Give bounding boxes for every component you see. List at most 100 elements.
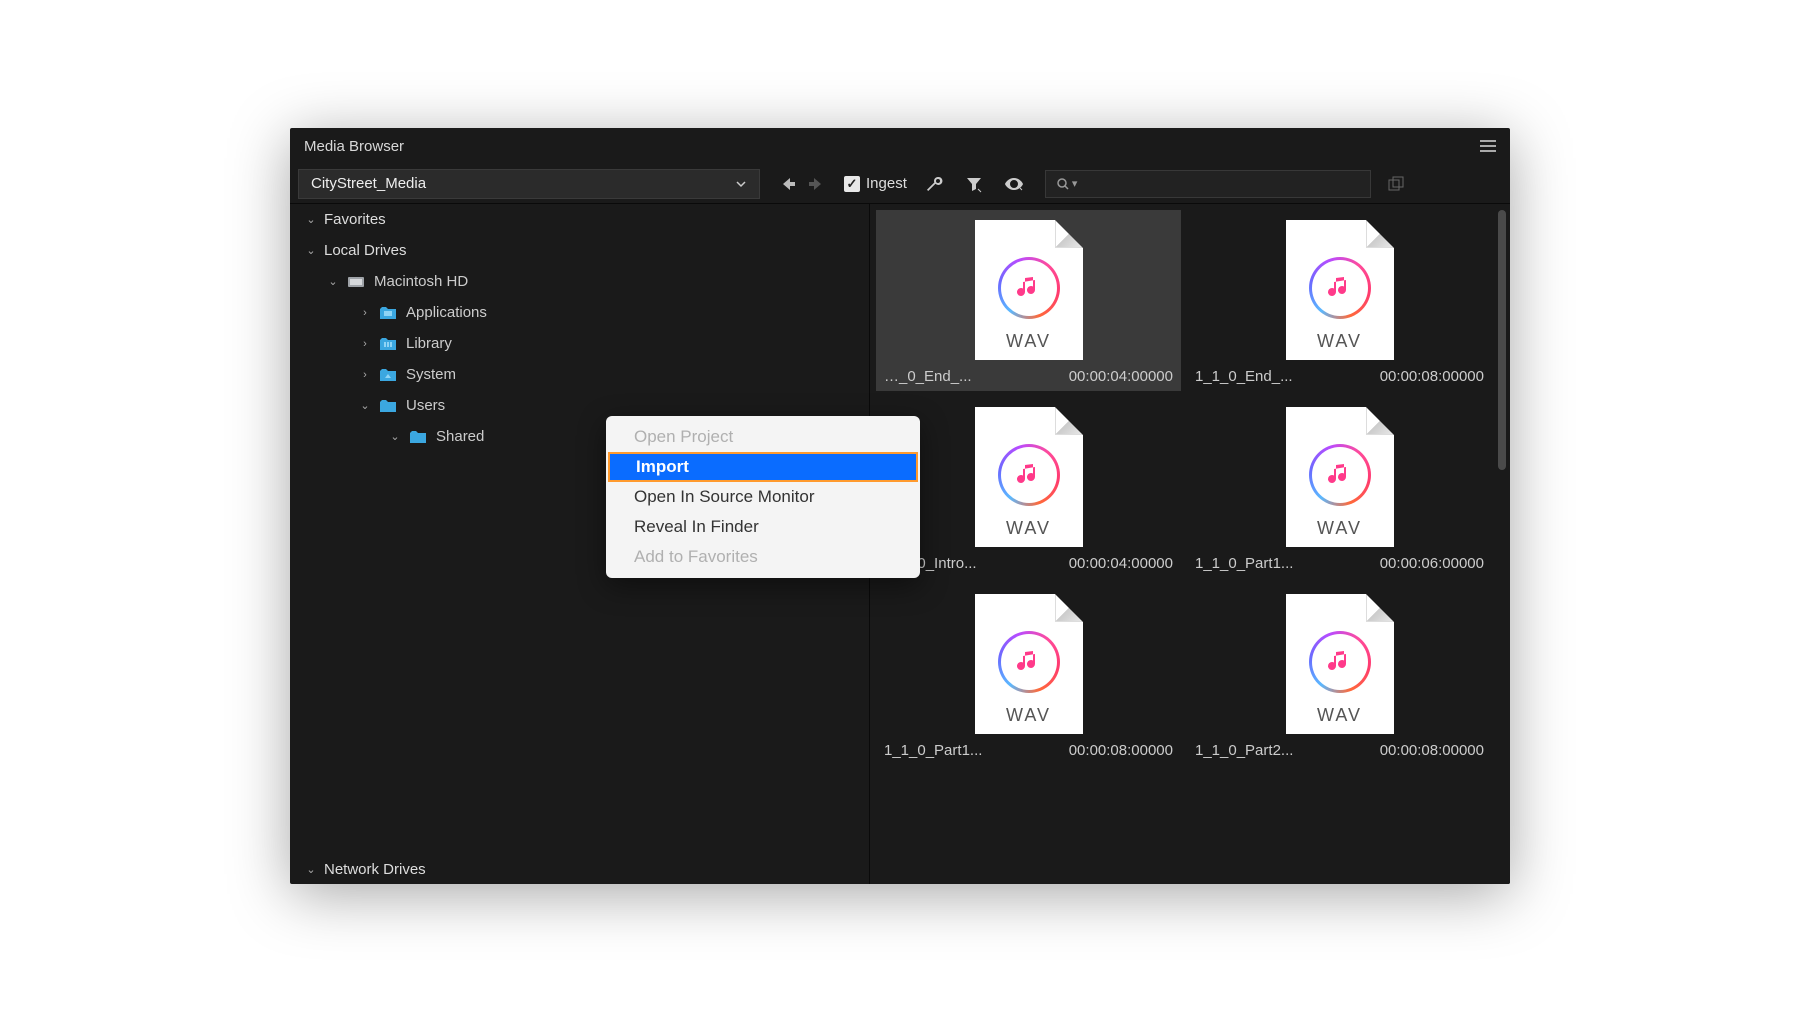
music-note-icon bbox=[998, 444, 1060, 506]
file-duration: 00:00:08:00000 bbox=[1380, 742, 1484, 759]
file-meta: 1_1_0_Intro...00:00:04:00000 bbox=[876, 555, 1181, 572]
file-item[interactable]: WAV 1_1_0_Part2... 00:00:08:00000 bbox=[1187, 584, 1492, 765]
ingest-checkbox[interactable]: ✓ bbox=[844, 176, 860, 192]
file-name: …_0_End_... bbox=[884, 368, 972, 385]
music-note-icon bbox=[1309, 444, 1371, 506]
scrollbar[interactable] bbox=[1498, 210, 1506, 878]
panel-menu-icon[interactable] bbox=[1480, 140, 1496, 152]
chevron-down-icon: ⌄ bbox=[326, 275, 340, 288]
tree-item-system[interactable]: › System bbox=[290, 359, 869, 390]
sidebar-label: Network Drives bbox=[324, 861, 426, 878]
file-meta: 1_1_0_Part1... 00:00:06:00000 bbox=[1187, 555, 1492, 572]
file-type-label: WAV bbox=[1006, 331, 1051, 352]
nav-forward-icon[interactable] bbox=[804, 173, 826, 195]
main-area: ⌄ Favorites ⌄ Local Drives ⌄ Macintosh H… bbox=[290, 204, 1510, 884]
tree-label: System bbox=[406, 366, 456, 383]
file-duration: 00:00:08:00000 bbox=[1069, 742, 1173, 759]
sidebar: ⌄ Favorites ⌄ Local Drives ⌄ Macintosh H… bbox=[290, 204, 870, 884]
folder-icon bbox=[378, 397, 398, 415]
file-item[interactable]: WAV 1_1_0_End_... 00:00:08:00000 bbox=[1187, 210, 1492, 391]
folder-icon bbox=[378, 304, 398, 322]
folder-icon bbox=[408, 428, 428, 446]
wrench-icon[interactable] bbox=[921, 171, 947, 197]
file-thumbnail: WAV bbox=[1286, 220, 1394, 360]
file-type-label: WAV bbox=[1006, 705, 1051, 726]
tree-label: Shared bbox=[436, 428, 484, 445]
chevron-down-icon: ⌄ bbox=[304, 244, 318, 257]
file-name: 1_1_0_Part1... bbox=[884, 742, 982, 759]
file-meta: …_0_End_... 00:00:04:00000 bbox=[876, 368, 1181, 385]
file-meta: 1_1_0_Part2... 00:00:08:00000 bbox=[1187, 742, 1492, 759]
context-menu: Open Project Import Open In Source Monit… bbox=[606, 416, 920, 578]
new-bin-icon[interactable] bbox=[1385, 173, 1407, 195]
menu-item-reveal-in-finder[interactable]: Reveal In Finder bbox=[606, 512, 920, 542]
chevron-down-icon: ⌄ bbox=[304, 863, 318, 876]
sidebar-section-favorites[interactable]: ⌄ Favorites bbox=[290, 204, 869, 235]
music-note-icon bbox=[998, 257, 1060, 319]
nav-arrows bbox=[778, 173, 826, 195]
sidebar-section-network-drives[interactable]: ⌄ Network Drives bbox=[290, 853, 869, 884]
music-note-icon bbox=[998, 631, 1060, 693]
tree-item-drive[interactable]: ⌄ Macintosh HD bbox=[290, 266, 869, 297]
media-browser-panel: Media Browser CityStreet_Media ✓ Ingest bbox=[290, 128, 1510, 884]
file-name: 1_1_0_End_... bbox=[1195, 368, 1293, 385]
file-item[interactable]: WAV 1_1_0_Part1... 00:00:06:00000 bbox=[1187, 397, 1492, 578]
file-duration: 00:00:08:00000 bbox=[1380, 368, 1484, 385]
file-type-label: WAV bbox=[1317, 518, 1362, 539]
chevron-down-icon: ⌄ bbox=[358, 399, 372, 412]
file-grid: WAV …_0_End_... 00:00:04:00000 WAV 1_1_0_End… bbox=[870, 204, 1510, 884]
tree-item-applications[interactable]: › Applications bbox=[290, 297, 869, 328]
music-note-icon bbox=[1309, 257, 1371, 319]
scrollbar-thumb[interactable] bbox=[1498, 210, 1506, 470]
file-duration: 00:00:04:00000 bbox=[1069, 555, 1173, 572]
menu-item-open-project[interactable]: Open Project bbox=[606, 422, 920, 452]
file-type-label: WAV bbox=[1317, 705, 1362, 726]
menu-item-add-to-favorites[interactable]: Add to Favorites bbox=[606, 542, 920, 572]
file-name: 1_1_0_Part2... bbox=[1195, 742, 1293, 759]
file-item[interactable]: WAV 1_1_0_Intro...00:00:04:00000 bbox=[876, 397, 1181, 578]
file-item[interactable]: WAV …_0_End_... 00:00:04:00000 bbox=[876, 210, 1181, 391]
file-meta: 1_1_0_End_... 00:00:08:00000 bbox=[1187, 368, 1492, 385]
eye-icon[interactable] bbox=[1001, 171, 1027, 197]
filter-icon[interactable] bbox=[961, 171, 987, 197]
tree-item-library[interactable]: › Library bbox=[290, 328, 869, 359]
tree-label: Users bbox=[406, 397, 445, 414]
file-thumbnail: WAV bbox=[975, 220, 1083, 360]
drive-icon bbox=[346, 273, 366, 291]
nav-back-icon[interactable] bbox=[778, 173, 800, 195]
search-dropdown-icon: ▾ bbox=[1072, 177, 1078, 190]
file-name: 1_1_0_Part1... bbox=[1195, 555, 1293, 572]
sidebar-section-local-drives[interactable]: ⌄ Local Drives bbox=[290, 235, 869, 266]
chevron-down-icon: ⌄ bbox=[304, 213, 318, 226]
sidebar-label: Favorites bbox=[324, 211, 386, 228]
tree-label: Applications bbox=[406, 304, 487, 321]
file-thumbnail: WAV bbox=[975, 594, 1083, 734]
folder-dropdown-label: CityStreet_Media bbox=[311, 175, 426, 192]
tree-label: Macintosh HD bbox=[374, 273, 468, 290]
file-thumbnail: WAV bbox=[1286, 594, 1394, 734]
menu-item-open-in-source-monitor[interactable]: Open In Source Monitor bbox=[606, 482, 920, 512]
file-meta: 1_1_0_Part1... 00:00:08:00000 bbox=[876, 742, 1181, 759]
file-duration: 00:00:06:00000 bbox=[1380, 555, 1484, 572]
file-thumbnail: WAV bbox=[1286, 407, 1394, 547]
panel-title-bar: Media Browser bbox=[290, 128, 1510, 164]
folder-icon bbox=[378, 366, 398, 384]
file-item[interactable]: WAV 1_1_0_Part1... 00:00:08:00000 bbox=[876, 584, 1181, 765]
folder-dropdown[interactable]: CityStreet_Media bbox=[298, 169, 760, 199]
music-note-icon bbox=[1309, 631, 1371, 693]
chevron-down-icon bbox=[735, 178, 747, 190]
sidebar-label: Local Drives bbox=[324, 242, 407, 259]
menu-item-import[interactable]: Import bbox=[608, 452, 918, 482]
file-type-label: WAV bbox=[1006, 518, 1051, 539]
file-thumbnail: WAV bbox=[975, 407, 1083, 547]
ingest-label: Ingest bbox=[866, 175, 907, 192]
folder-icon bbox=[378, 335, 398, 353]
chevron-right-icon: › bbox=[358, 338, 372, 350]
search-input[interactable]: ▾ bbox=[1045, 170, 1371, 198]
tree-label: Library bbox=[406, 335, 452, 352]
file-duration: 00:00:04:00000 bbox=[1069, 368, 1173, 385]
chevron-right-icon: › bbox=[358, 307, 372, 319]
chevron-right-icon: › bbox=[358, 369, 372, 381]
toolbar: CityStreet_Media ✓ Ingest bbox=[290, 164, 1510, 204]
ingest-toggle[interactable]: ✓ Ingest bbox=[844, 175, 907, 192]
